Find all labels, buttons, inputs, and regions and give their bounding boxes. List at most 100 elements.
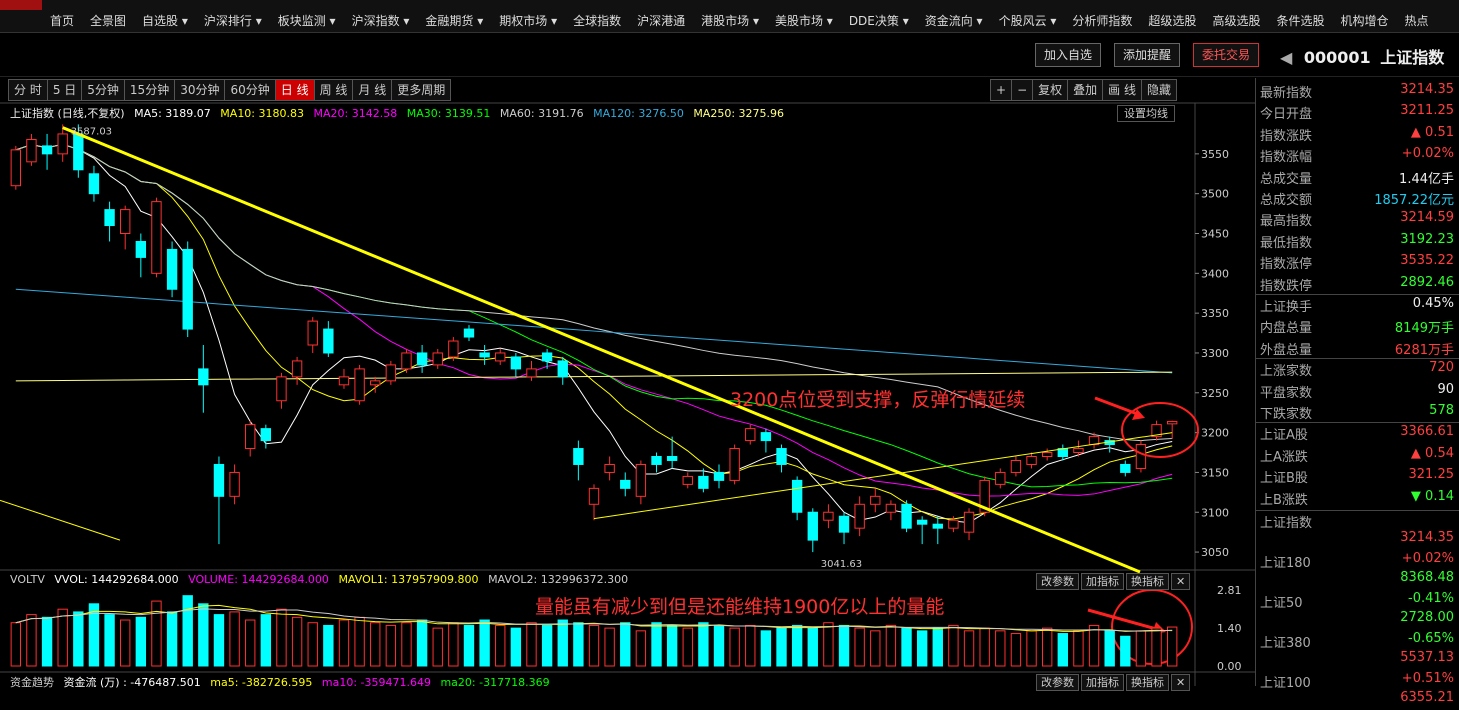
quote-label: 下跌家数 [1260,407,1313,422]
volume-bar [291,616,303,667]
index-label: 上证380 [1260,636,1311,651]
volume-bar [526,622,537,667]
candle-body [573,448,584,465]
candle-body [510,356,522,370]
candle-body [495,352,506,362]
candle-body [57,133,68,155]
quote-label: 平盘家数 [1260,385,1313,401]
candle-body [557,360,568,378]
quote-row: 最低指数 3192.23 [1256,230,1459,251]
quote-row: 上证B股 321.25 [1256,465,1459,486]
candle-body [948,519,959,529]
quote-label: 内盘总量 [1260,321,1313,337]
index-row[interactable]: 上证100 6355.21 [1256,670,1459,710]
candle-body [166,248,178,290]
candle-body [41,145,53,155]
price-tick-label: 3100 [1201,506,1229,519]
volume-bar [948,624,959,667]
quote-value: 3366.61 [1400,424,1454,440]
volume-bar [776,627,787,667]
quote-label: 最低指数 [1260,235,1313,251]
quote-label: 今日开盘 [1260,107,1313,123]
quote-value: 6281万手 [1394,342,1454,358]
volume-bar [229,611,240,667]
volume-label: VOLUME: 144292684.000 [188,573,329,586]
candle-body [1166,420,1178,425]
quote-value: ▼ 0.14 [1410,488,1454,504]
candle-body [104,209,115,227]
candle-body [901,503,912,529]
candle-body [10,149,22,187]
quote-label: 指数涨停 [1260,257,1313,273]
quote-row: 总成交量 1.44亿手 [1256,166,1459,187]
price-tick-label: 3150 [1201,466,1229,479]
volume-bar [479,619,490,667]
candle-body [791,479,803,513]
flow-add-indicator-button[interactable]: 加指标 [1081,674,1124,691]
volume-bar [838,624,850,667]
flow-legend: 资金趋势 资金流 (万) : -476487.501 ma5: -382726.… [10,674,556,690]
volume-bar [823,622,834,667]
nav-item[interactable]: 机构增仓 [1332,0,1396,29]
price-tick-label: 3350 [1201,307,1229,320]
candle-body [635,463,647,497]
price-tick-label: 3050 [1201,546,1229,559]
index-label: 上证指数 [1260,516,1313,531]
candle-body [588,487,600,505]
volume-bar [932,627,943,667]
quote-value: 3214.59 [1400,210,1454,226]
nav-item[interactable]: 条件选股 [1268,0,1332,29]
volume-bar [885,624,897,667]
mavol2-label: MAVOL2: 132996372.300 [488,573,629,586]
index-row[interactable]: 上证380 5537.13 +0.51% [1256,630,1459,686]
volume-bar [557,619,568,667]
volume-bar [463,624,475,667]
quote-row: 今日开盘 3211.25 [1256,101,1459,122]
vvol-label: VVOL: 144292684.000 [54,573,179,586]
candle-body [479,352,490,358]
price-tick-label: 3500 [1201,188,1229,201]
switch-indicator-button[interactable]: 换指标 [1126,573,1169,590]
price-tick-label: 3200 [1201,427,1229,440]
index-row[interactable]: 上证指数 3214.35 +0.02% [1256,510,1459,566]
volume-bar [198,603,209,667]
flow-close-indicator-button[interactable]: ✕ [1171,674,1191,691]
candle-body [651,456,662,465]
change-params-button[interactable]: 改参数 [1036,573,1079,590]
volume-bar [666,624,678,667]
index-value: 5537.13 [1400,650,1454,665]
quote-row: 指数跌停 2892.46 [1256,273,1459,294]
prev-index-icon[interactable]: ◀ [1280,48,1292,67]
quote-label: 指数跌停 [1260,278,1313,294]
flow-switch-indicator-button[interactable]: 换指标 [1126,674,1169,691]
candle-body [823,511,834,521]
quote-label: 上B涨跌 [1260,492,1308,508]
volume-bar [10,622,22,667]
flow-change-params-button[interactable]: 改参数 [1036,674,1079,691]
index-row[interactable]: 上证50 2728.00 -0.65% [1256,590,1459,646]
volume-bar [1135,630,1147,667]
volume-bar [588,624,600,667]
close-indicator-button[interactable]: ✕ [1171,573,1191,590]
candle-body [338,376,350,386]
volume-bar [1166,626,1178,667]
volume-indicator-name: VOLTV [10,573,45,586]
price-annotation: 3200点位受到支撑，反弹行情延续 [730,389,1026,411]
add-indicator-button[interactable]: 加指标 [1081,573,1124,590]
candle-body [120,209,131,235]
quote-label: 外盘总量 [1260,342,1313,358]
index-row[interactable]: 上证180 8368.48 -0.41% [1256,550,1459,606]
index-value: 6355.21 [1400,690,1454,705]
candle-body [1010,459,1022,473]
volume-bar [135,616,147,667]
index-label: 上证50 [1260,596,1303,611]
volume-bar [276,608,287,667]
candle-body [323,328,334,354]
volume-bar [213,614,225,667]
volume-bar [729,627,740,667]
volume-bar [448,622,459,667]
quote-row: 上B涨跌 ▼ 0.14 [1256,487,1459,508]
nav-item[interactable]: 热点 [1396,0,1436,29]
quote-value: 1857.22亿元 [1374,193,1454,208]
volume-bar [791,624,803,667]
